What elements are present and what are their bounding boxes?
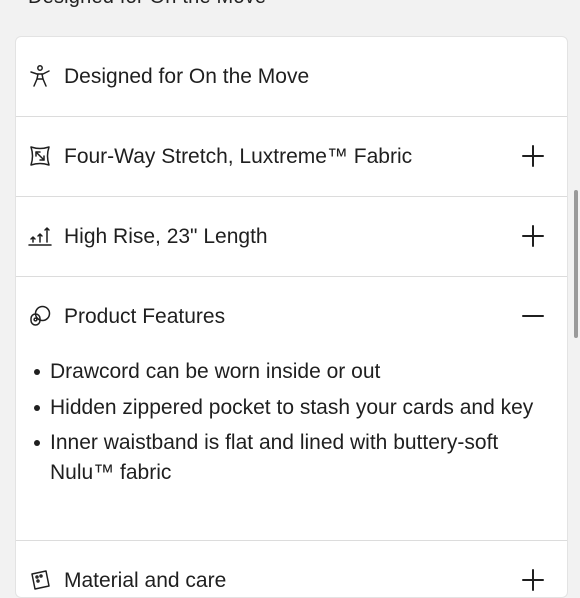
- accordion-label: Designed for On the Move: [64, 65, 310, 88]
- list-item: Inner waistband is flat and lined with b…: [34, 428, 544, 487]
- accordion-label: Four-Way Stretch, Luxtreme™ Fabric: [64, 145, 413, 168]
- person-activity-icon: [28, 64, 52, 88]
- scrollbar-thumb[interactable]: [574, 190, 578, 338]
- accordion-row-rise-length[interactable]: High Rise, 23" Length: [16, 197, 567, 277]
- care-tag-icon: [28, 568, 52, 592]
- accordion-row-stretch-fabric[interactable]: Four-Way Stretch, Luxtreme™ Fabric: [16, 117, 567, 197]
- accordion-row-product-features[interactable]: Product Features Drawcord can be worn in…: [16, 277, 567, 541]
- previous-section-heading-fragment: Designed for On the Move: [28, 0, 266, 9]
- accordion-header-product-features[interactable]: Product Features: [16, 277, 567, 356]
- bullet-icon: [34, 369, 40, 375]
- expand-plus-icon[interactable]: [521, 224, 545, 248]
- accordion-row-material-care[interactable]: Material and care: [16, 541, 567, 597]
- rise-arrows-icon: [28, 224, 52, 248]
- accordion-label: Material and care: [64, 569, 227, 592]
- accordion-header-designed-for: Designed for On the Move: [16, 37, 567, 116]
- accordion-header-stretch-fabric[interactable]: Four-Way Stretch, Luxtreme™ Fabric: [16, 117, 567, 196]
- feature-text: Inner waistband is flat and lined with b…: [50, 431, 499, 484]
- expand-plus-icon[interactable]: [521, 144, 545, 168]
- accordion-label: High Rise, 23" Length: [64, 225, 268, 248]
- feature-text: Drawcord can be worn inside or out: [50, 360, 381, 383]
- bullet-icon: [34, 404, 40, 411]
- product-features-icon: [28, 304, 52, 328]
- accordion-header-rise-length[interactable]: High Rise, 23" Length: [16, 197, 567, 276]
- collapse-minus-icon[interactable]: [521, 304, 545, 328]
- list-item: Drawcord can be worn inside or out: [34, 357, 544, 387]
- accordion-row-designed-for: Designed for On the Move: [16, 37, 567, 117]
- accordion-header-material-care[interactable]: Material and care: [16, 541, 567, 597]
- stretch-fabric-icon: [28, 144, 52, 168]
- expand-plus-icon[interactable]: [521, 568, 545, 592]
- accordion-label: Product Features: [64, 305, 226, 328]
- product-details-accordion: Designed for On the Move Four-Way Stretc…: [15, 36, 568, 598]
- product-features-list: Drawcord can be worn inside or out Hidde…: [34, 357, 544, 493]
- bullet-icon: [34, 440, 40, 446]
- feature-text: Hidden zippered pocket to stash your car…: [50, 395, 534, 419]
- list-item: Hidden zippered pocket to stash your car…: [34, 393, 544, 423]
